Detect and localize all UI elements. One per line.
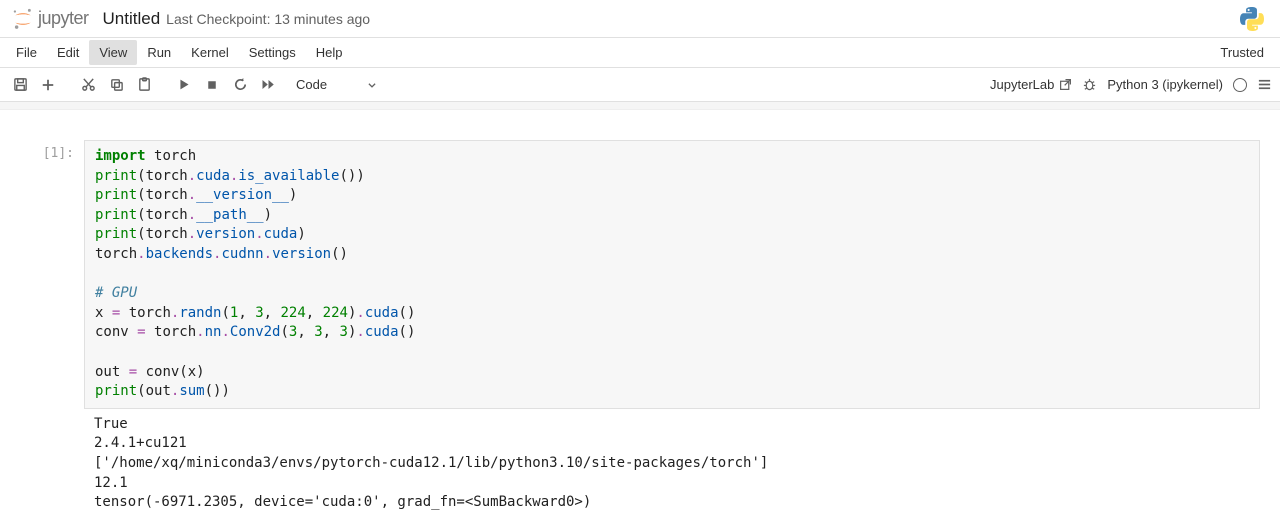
menu-edit[interactable]: Edit (47, 40, 89, 65)
restart-run-all-button[interactable] (256, 73, 280, 97)
menu-file[interactable]: File (6, 40, 47, 65)
jupyter-logo[interactable]: jupyter (12, 8, 89, 30)
menu-bar: FileEditViewRunKernelSettingsHelp Truste… (0, 38, 1280, 68)
output-content: True 2.4.1+cu121 ['/home/xq/miniconda3/e… (94, 415, 1250, 513)
external-link-icon (1059, 78, 1072, 91)
cell-type-label: Code (296, 77, 327, 92)
menu-kernel[interactable]: Kernel (181, 40, 239, 65)
kernel-status-icon[interactable] (1233, 78, 1247, 92)
debugger-icon[interactable] (1082, 77, 1097, 92)
cell-output: True 2.4.1+cu121 ['/home/xq/miniconda3/e… (84, 409, 1260, 513)
logo-text: jupyter (38, 8, 89, 29)
copy-button[interactable] (104, 73, 128, 97)
header-bar: jupyter Untitled Last Checkpoint: 13 min… (0, 0, 1280, 38)
save-button[interactable] (8, 73, 32, 97)
cell[interactable]: [1]: import torch print(torch.cuda.is_av… (20, 140, 1260, 513)
code-content: import torch print(torch.cuda.is_availab… (95, 147, 1249, 402)
menu-help[interactable]: Help (306, 40, 353, 65)
interrupt-button[interactable] (200, 73, 224, 97)
notebook-area: [1]: import torch print(torch.cuda.is_av… (0, 110, 1280, 513)
menu-toggle-icon[interactable] (1257, 77, 1272, 92)
restart-button[interactable] (228, 73, 252, 97)
run-button[interactable] (172, 73, 196, 97)
open-jupyterlab-link[interactable]: JupyterLab (990, 77, 1072, 92)
toolbar: Code JupyterLab Python 3 (ipykernel) (0, 68, 1280, 102)
cut-button[interactable] (76, 73, 100, 97)
cell-prompt: [1]: (20, 140, 84, 513)
chevron-down-icon (367, 80, 377, 90)
insert-cell-button[interactable] (36, 73, 60, 97)
trusted-indicator[interactable]: Trusted (1210, 45, 1274, 60)
jupyter-icon (12, 8, 34, 30)
checkpoint-text: Last Checkpoint: 13 minutes ago (166, 11, 370, 27)
paste-button[interactable] (132, 73, 156, 97)
kernel-label: Python 3 (ipykernel) (1107, 77, 1223, 92)
cell-type-selector[interactable]: Code (288, 74, 385, 95)
cell-input[interactable]: import torch print(torch.cuda.is_availab… (84, 140, 1260, 409)
menu-settings[interactable]: Settings (239, 40, 306, 65)
separator (0, 102, 1280, 110)
menu-run[interactable]: Run (137, 40, 181, 65)
document-title[interactable]: Untitled (103, 9, 161, 29)
kernel-selector[interactable]: Python 3 (ipykernel) (1107, 77, 1223, 92)
python-icon (1240, 7, 1264, 31)
menu-view[interactable]: View (89, 40, 137, 65)
jupyterlab-label: JupyterLab (990, 77, 1054, 92)
